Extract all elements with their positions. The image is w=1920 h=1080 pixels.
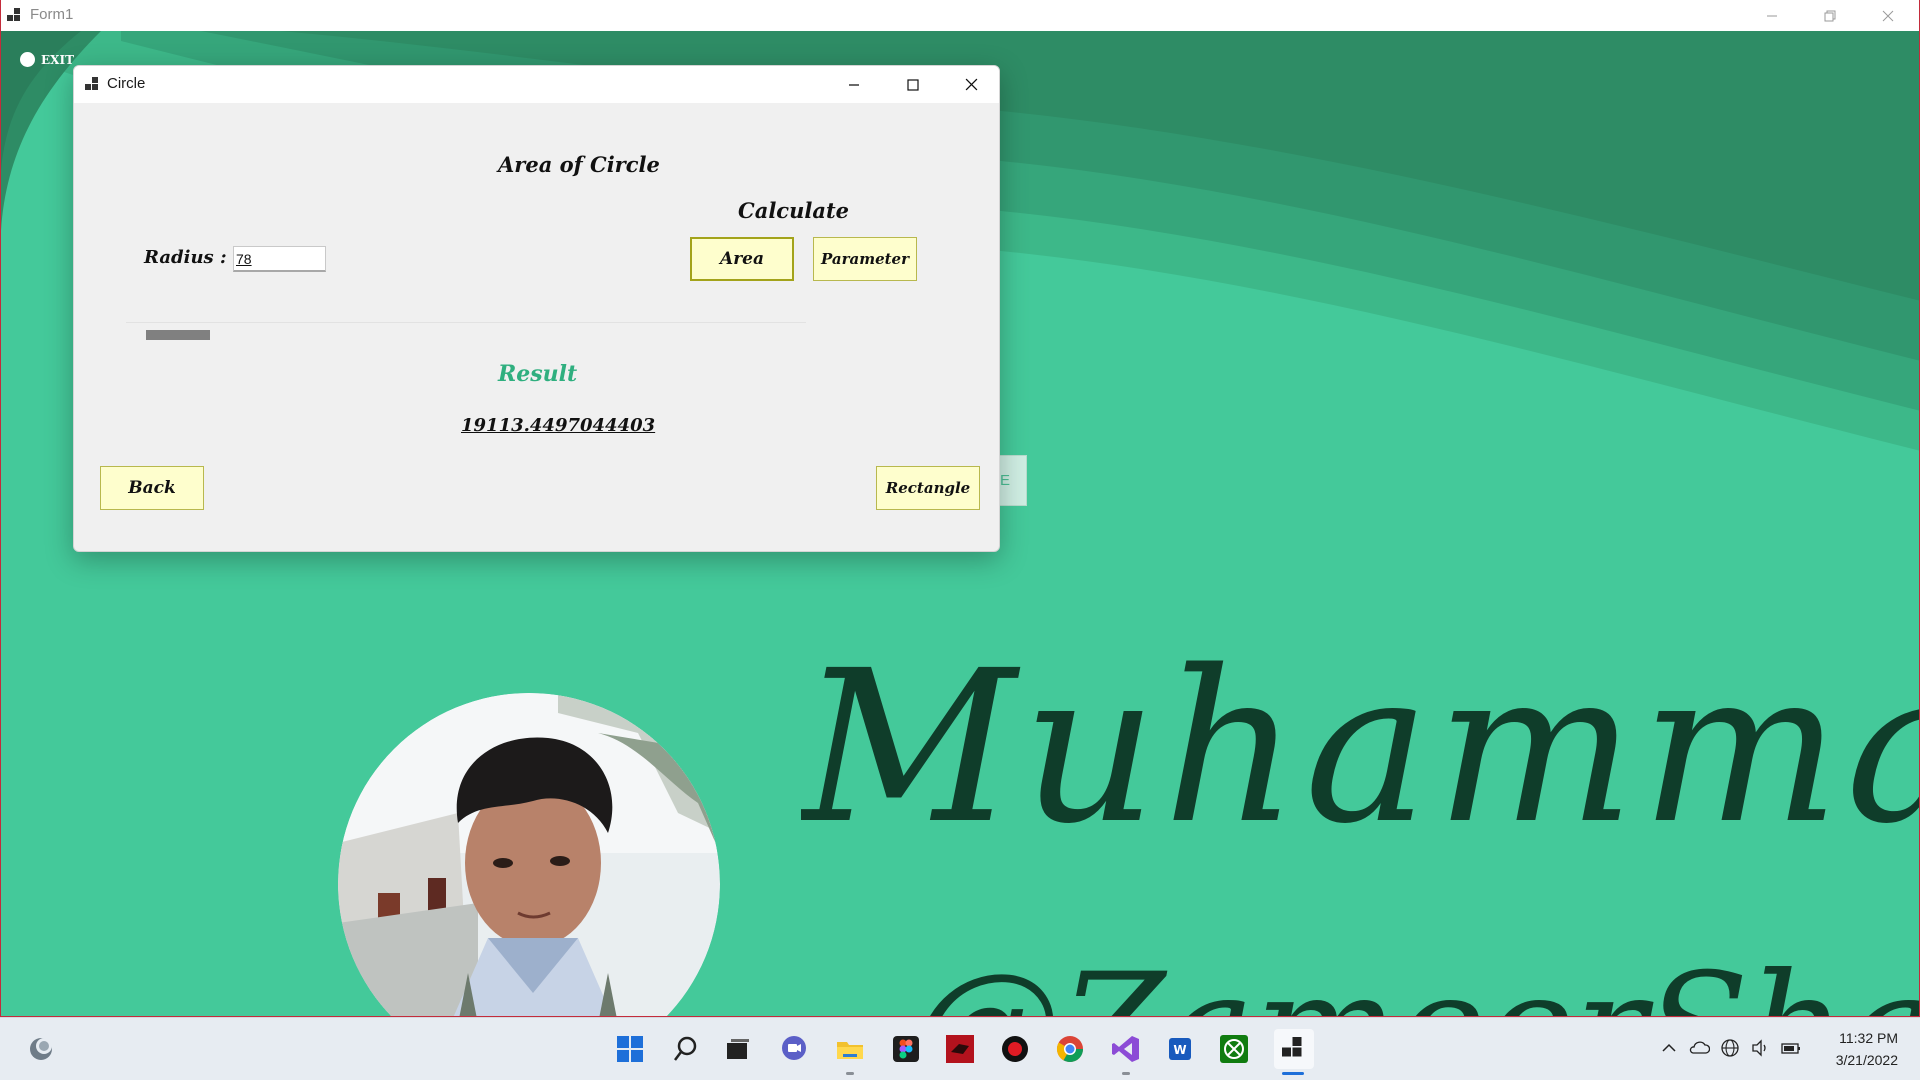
- radius-input[interactable]: 78: [233, 246, 326, 272]
- signature-handle-text: @ZameerShaikh: [911, 942, 1920, 1017]
- minimize-button[interactable]: [1743, 0, 1801, 31]
- widgets-icon[interactable]: [28, 1036, 54, 1062]
- visual-studio-icon: [1112, 1036, 1139, 1062]
- circle-titlebar[interactable]: Circle: [74, 66, 999, 103]
- close-icon: [965, 78, 977, 91]
- word-button[interactable]: W: [1164, 1033, 1196, 1065]
- form-app-icon: [1282, 1037, 1302, 1057]
- file-explorer-button[interactable]: [834, 1033, 866, 1065]
- start-button[interactable]: [614, 1033, 646, 1065]
- exit-radio[interactable]: EXIT: [20, 52, 74, 67]
- xbox-button[interactable]: [1218, 1033, 1250, 1065]
- active-indicator: [1282, 1072, 1304, 1075]
- back-button[interactable]: Back: [100, 466, 204, 510]
- restore-icon: [1824, 10, 1836, 21]
- form-app-button[interactable]: [1274, 1029, 1314, 1069]
- maximize-button[interactable]: [884, 66, 942, 103]
- app-icon: [85, 77, 98, 90]
- search-button[interactable]: [670, 1033, 702, 1065]
- form1-titlebar[interactable]: Form1: [1, 0, 1919, 31]
- obs-record-icon: [1002, 1036, 1028, 1062]
- system-tray: [1660, 1038, 1802, 1058]
- chevron-up-icon[interactable]: [1660, 1039, 1678, 1057]
- result-value: 19113.4497044403: [461, 415, 656, 436]
- start-icon: [617, 1036, 643, 1062]
- search-icon: [674, 1036, 697, 1061]
- minimize-icon: [849, 83, 859, 86]
- onedrive-icon[interactable]: [1688, 1039, 1710, 1057]
- file-explorer-icon: [837, 1042, 863, 1059]
- progress-bar: [146, 330, 210, 340]
- app-icon: [7, 8, 20, 21]
- close-icon: [1882, 10, 1894, 21]
- task-view-icon: [727, 1039, 749, 1059]
- filezilla-icon: [946, 1035, 974, 1063]
- clock-date[interactable]: 3/21/2022: [1836, 1052, 1898, 1068]
- parameter-button[interactable]: Parameter: [813, 237, 917, 281]
- clock-time[interactable]: 11:32 PM: [1839, 1030, 1898, 1046]
- restore-button[interactable]: [1801, 0, 1859, 31]
- xbox-icon: [1220, 1035, 1248, 1063]
- circle-window: Circle Area of Circle Calculate Radius :…: [73, 65, 1000, 552]
- minimize-icon: [1767, 15, 1777, 16]
- calculate-label: Calculate: [738, 198, 849, 223]
- close-button[interactable]: [942, 66, 999, 103]
- form1-title: Form1: [30, 6, 74, 23]
- circle-title: Circle: [107, 75, 146, 92]
- running-indicator: [846, 1072, 854, 1075]
- radius-label: Radius :: [144, 247, 227, 268]
- running-indicator: [1122, 1072, 1130, 1075]
- obs-record-button[interactable]: [999, 1033, 1031, 1065]
- task-view-button[interactable]: [722, 1033, 754, 1065]
- chrome-button[interactable]: [1054, 1033, 1086, 1065]
- teams-chat-icon: [782, 1036, 806, 1060]
- taskbar: W 11:32 PM 3/21/2022: [0, 1017, 1920, 1080]
- chrome-icon: [1056, 1036, 1084, 1063]
- figma-button[interactable]: [890, 1033, 922, 1065]
- teams-chat-button[interactable]: [778, 1033, 810, 1065]
- rectangle-button[interactable]: Rectangle: [876, 466, 980, 510]
- area-button[interactable]: Area: [690, 237, 794, 281]
- maximize-icon: [907, 78, 919, 91]
- progress-fill: [146, 330, 210, 340]
- hidden-form-button[interactable]: E: [997, 455, 1027, 506]
- speaker-icon[interactable]: [1750, 1038, 1770, 1058]
- signature-name-text: Muhammad R: [801, 625, 1920, 870]
- filezilla-button[interactable]: [944, 1033, 976, 1065]
- minimize-button[interactable]: [825, 66, 883, 103]
- page-title: Area of Circle: [498, 152, 660, 177]
- result-label: Result: [498, 361, 578, 387]
- word-icon: W: [1169, 1038, 1191, 1060]
- signature-handle: @ZameerShaikh: [911, 942, 1920, 1017]
- radio-circle: [20, 52, 35, 67]
- signature-name: Muhammad R: [801, 625, 1920, 870]
- battery-icon[interactable]: [1780, 1039, 1802, 1057]
- divider: [126, 322, 806, 323]
- globe-icon[interactable]: [1720, 1038, 1740, 1058]
- close-button[interactable]: [1859, 0, 1917, 31]
- visual-studio-button[interactable]: [1110, 1033, 1142, 1065]
- exit-label: EXIT: [41, 52, 74, 67]
- svg-text:W: W: [1173, 1043, 1186, 1057]
- figma-icon: [893, 1036, 919, 1062]
